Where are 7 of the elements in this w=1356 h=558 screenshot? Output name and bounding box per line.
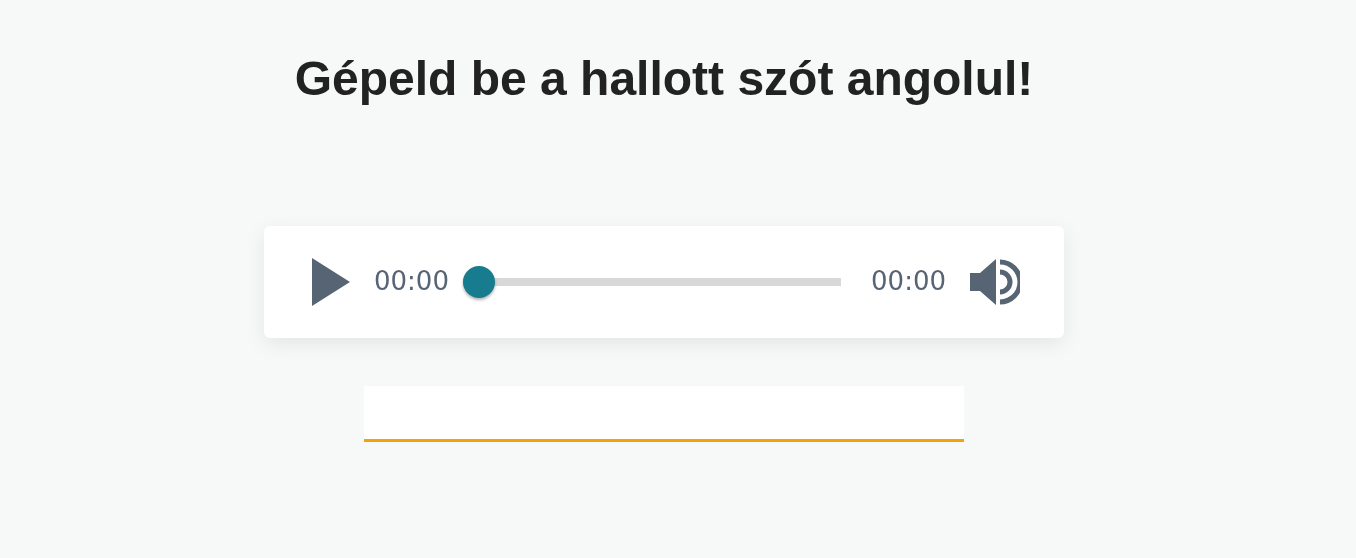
play-icon[interactable] [312, 257, 350, 306]
duration: 00:00 [871, 265, 946, 299]
current-time: 00:00 [374, 265, 449, 299]
answer-field[interactable] [364, 385, 964, 442]
page-heading: Gépeld be a hallott szót angolul! [293, 51, 1035, 107]
progress-thumb[interactable] [462, 265, 495, 298]
volume-icon[interactable] [970, 257, 1020, 306]
